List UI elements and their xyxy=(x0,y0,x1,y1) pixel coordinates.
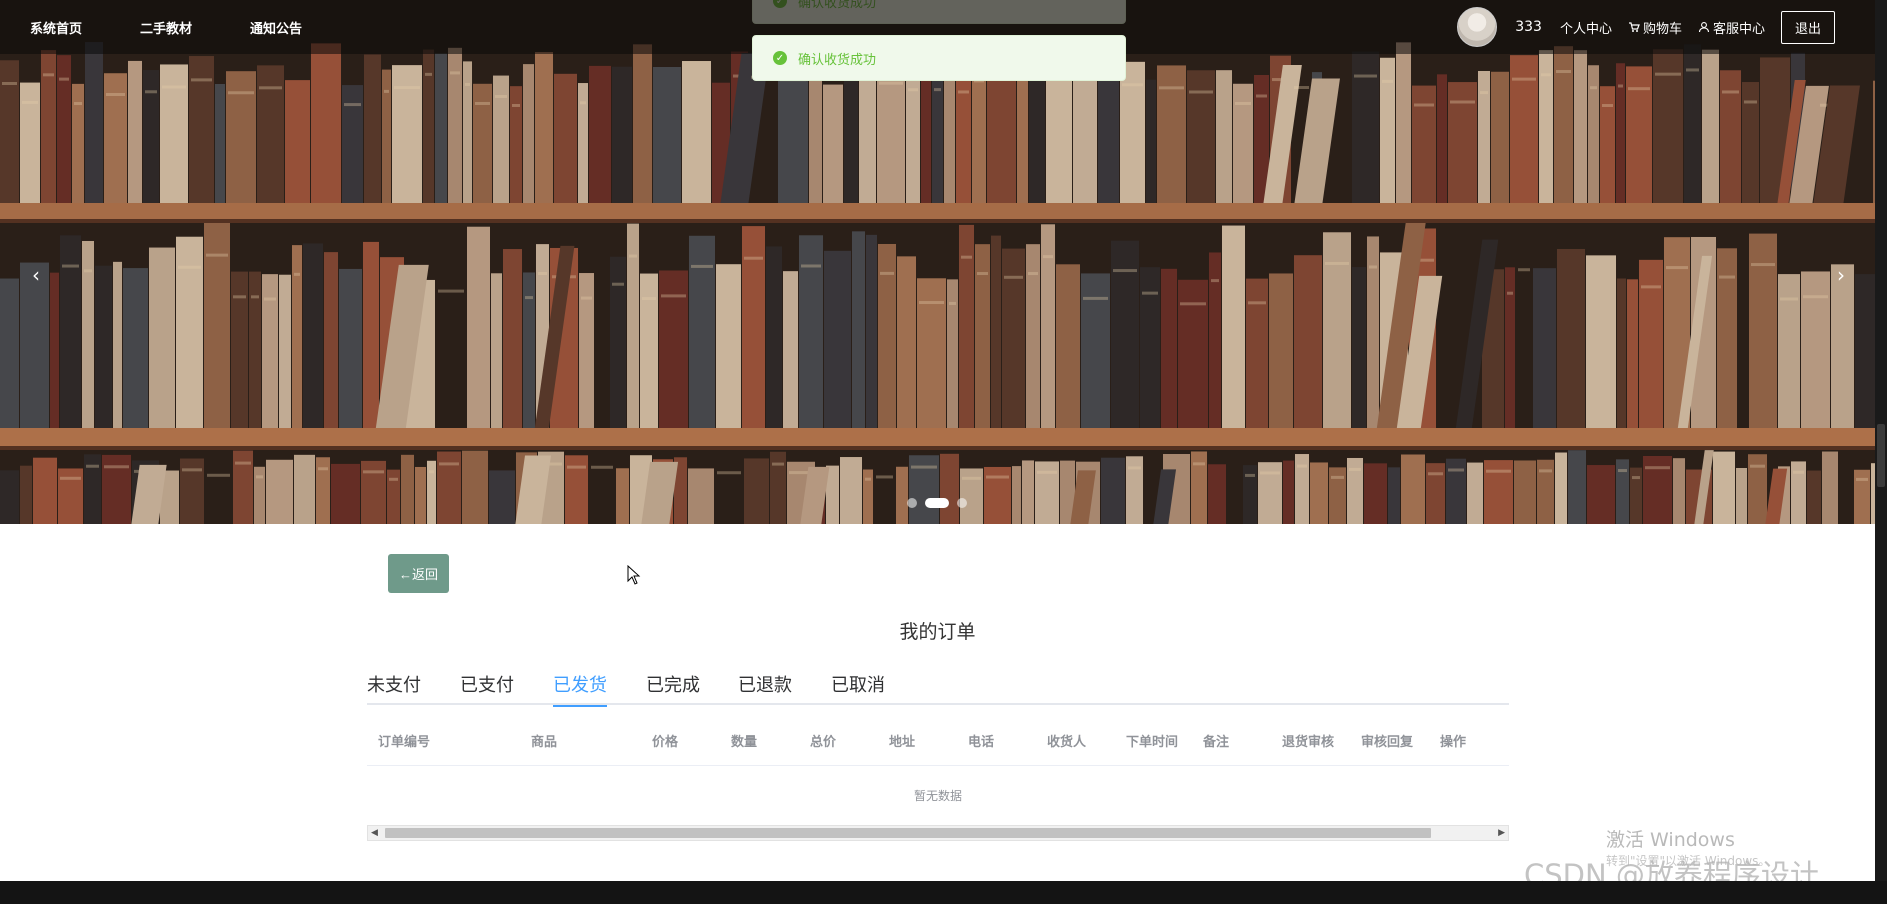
windows-activation-watermark: 激活 Windows xyxy=(1606,829,1735,851)
column-header: 订单编号 xyxy=(378,735,431,750)
order-status-tabs: 未支付 已支付 已发货 已完成 已退款 已取消 xyxy=(367,671,1509,707)
tab-unpaid[interactable]: 未支付 xyxy=(367,671,421,705)
table-empty-state: 暂无数据 xyxy=(913,789,962,803)
cart-link[interactable]: 购物车 xyxy=(1628,18,1682,37)
table-horizontal-scrollbar[interactable]: ◀ ▶ xyxy=(367,825,1509,841)
tab-shipped[interactable]: 已发货 xyxy=(553,671,607,707)
scroll-left-arrow-icon[interactable]: ◀ xyxy=(371,826,378,840)
user-center-link[interactable]: 个人中心 xyxy=(1560,18,1612,37)
column-header: 地址 xyxy=(889,735,916,750)
success-check-icon: ✓ xyxy=(773,0,787,8)
toast-text: 确认收货成功 xyxy=(798,0,877,11)
cart-icon xyxy=(1628,22,1640,32)
scrollbar-thumb[interactable] xyxy=(385,828,1431,838)
user-center-label: 个人中心 xyxy=(1559,21,1612,37)
column-header: 审核回复 xyxy=(1361,735,1414,750)
cart-label: 购物车 xyxy=(1642,21,1682,37)
service-label: 客服中心 xyxy=(1712,21,1765,37)
column-header: 操作 xyxy=(1440,735,1467,750)
nav-link-notices[interactable]: 通知公告 xyxy=(250,18,302,37)
column-header: 备注 xyxy=(1203,735,1230,750)
nav-links: 系统首页 二手教材 通知公告 xyxy=(30,0,302,54)
avatar[interactable] xyxy=(1457,7,1498,47)
page-title: 我的订单 xyxy=(899,621,976,643)
page-vertical-scrollbar[interactable] xyxy=(1875,0,1887,881)
tab-paid[interactable]: 已支付 xyxy=(460,671,514,705)
carousel-indicator-dot[interactable] xyxy=(925,498,949,508)
column-header: 下单时间 xyxy=(1126,735,1179,750)
table-header: 订单编号 商品 价格 数量 总价 地址 电话 收货人 下单时间 备注 退货审核 … xyxy=(367,720,1509,766)
column-header: 价格 xyxy=(652,735,679,750)
tab-completed[interactable]: 已完成 xyxy=(646,671,700,705)
toast-text: 确认收货成功 xyxy=(798,52,877,68)
column-header: 商品 xyxy=(531,735,558,750)
carousel-indicator-dot[interactable] xyxy=(907,498,917,508)
nav-link-home[interactable]: 系统首页 xyxy=(30,18,82,37)
column-header: 电话 xyxy=(968,735,995,750)
orders-table: 订单编号 商品 价格 数量 总价 地址 电话 收货人 下单时间 备注 退货审核 … xyxy=(367,720,1509,826)
mouse-cursor-icon xyxy=(627,565,641,585)
user-icon xyxy=(1698,22,1710,33)
nav-user-area: 333 个人中心 购物车 客服中心 退出 xyxy=(1457,0,1835,54)
column-header: 退货审核 xyxy=(1282,735,1335,750)
toast-message: ✓ 确认收货成功 xyxy=(752,35,1126,81)
carousel-next-arrow-icon[interactable]: › xyxy=(1829,263,1853,291)
page: ‹ › 系统首页 二手教材 通知公告 333 个人中心 购物车 客服中心 退出 xyxy=(0,0,1875,881)
csdn-watermark: CSDN @放养程序设计 xyxy=(1524,858,1819,881)
scrollbar-thumb[interactable] xyxy=(1877,424,1885,487)
column-header: 总价 xyxy=(810,735,837,750)
column-header: 数量 xyxy=(731,735,758,750)
carousel-prev-arrow-icon[interactable]: ‹ xyxy=(24,263,48,291)
back-button[interactable]: ←返回 xyxy=(388,554,449,593)
service-link[interactable]: 客服中心 xyxy=(1698,18,1765,37)
scroll-right-arrow-icon[interactable]: ▶ xyxy=(1498,826,1505,840)
column-header: 收货人 xyxy=(1047,735,1087,750)
logout-button[interactable]: 退出 xyxy=(1780,10,1835,44)
tab-cancelled[interactable]: 已取消 xyxy=(831,671,885,705)
tab-refunded[interactable]: 已退款 xyxy=(738,671,792,705)
carousel-indicator-dot[interactable] xyxy=(957,498,967,508)
carousel-indicators xyxy=(907,498,967,508)
username: 333 xyxy=(1515,19,1542,35)
success-check-icon: ✓ xyxy=(773,51,787,65)
toast-message-previous: ✓ 确认收货成功 xyxy=(752,0,1126,24)
nav-link-textbooks[interactable]: 二手教材 xyxy=(140,18,192,37)
